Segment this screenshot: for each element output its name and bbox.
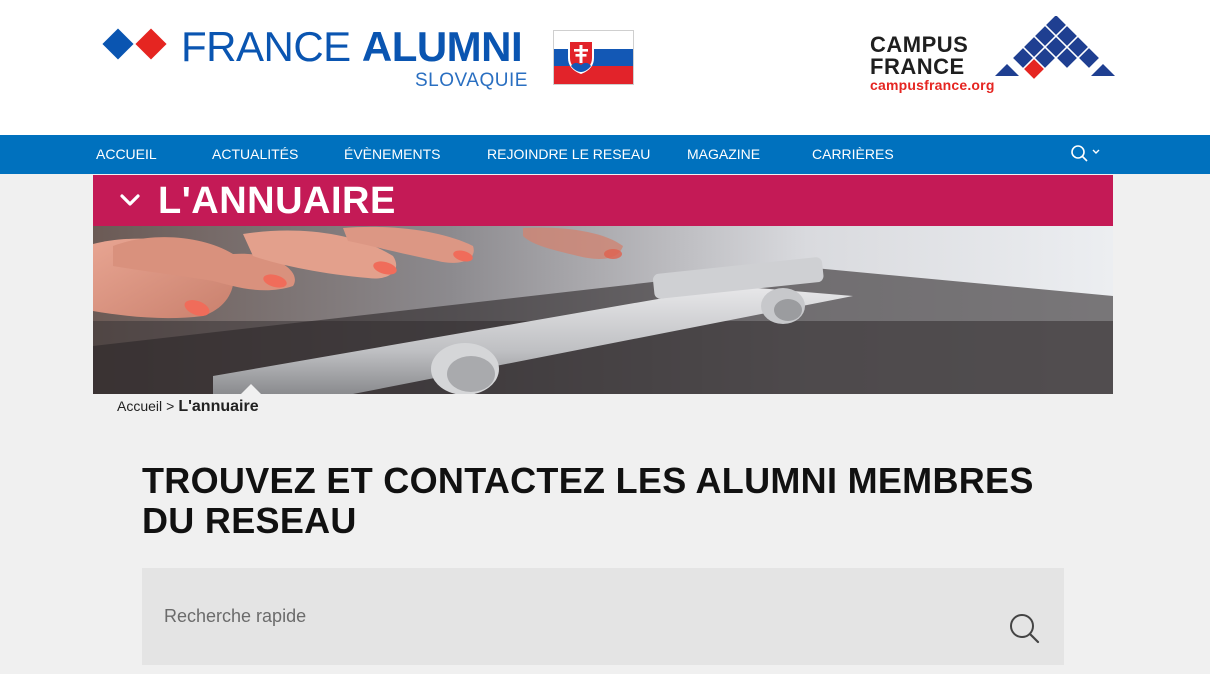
breadcrumb-current: L'annuaire — [178, 398, 259, 415]
breadcrumb-separator: > — [166, 398, 175, 414]
diamonds-logo-icon — [102, 26, 171, 62]
campus-france-logo[interactable]: CAMPUS FRANCE campusfrance.org — [868, 16, 1116, 96]
main-nav: ACCUEIL ACTUALITÉS ÉVÈNEMENTS REJOINDRE … — [0, 135, 1210, 174]
nav-item-accueil[interactable]: ACCUEIL — [96, 135, 157, 174]
quick-search-panel — [142, 568, 1064, 665]
campus-france-wordmark: CAMPUS FRANCE — [870, 32, 969, 79]
nav-item-carrieres[interactable]: CARRIÈRES — [812, 135, 894, 174]
quick-search-input[interactable] — [164, 598, 984, 634]
campus-france-url: campusfrance.org — [870, 77, 995, 93]
nav-item-evenements[interactable]: ÉVÈNEMENTS — [344, 135, 440, 174]
breadcrumb-home-link[interactable]: Accueil — [117, 398, 162, 414]
nav-item-actualites[interactable]: ACTUALITÉS — [212, 135, 298, 174]
nav-item-rejoindre[interactable]: REJOINDRE LE RESEAU — [487, 135, 650, 174]
campus-pyramid-icon — [995, 16, 1115, 79]
search-icon — [1071, 145, 1100, 162]
site-header: FRANCE ALUMNI SLOVAQUIE CAMPUS FRANCE ca… — [0, 0, 1210, 135]
section-title: L'ANNUAIRE — [158, 180, 396, 222]
page-title: TROUVEZ ET CONTACTEZ LES ALUMNI MEMBRES … — [142, 460, 1034, 541]
search-icon — [1010, 614, 1040, 644]
search-submit-button[interactable] — [1008, 612, 1042, 646]
hero-banner-image — [93, 226, 1113, 394]
logo-brand-text: FRANCE ALUMNI — [181, 23, 523, 70]
nav-search-toggle[interactable] — [1068, 143, 1108, 167]
chevron-down-icon — [120, 194, 140, 206]
section-header[interactable]: L'ANNUAIRE — [93, 175, 1113, 226]
france-alumni-logo[interactable]: FRANCE ALUMNI SLOVAQUIE — [102, 23, 528, 91]
logo-country: SLOVAQUIE — [415, 70, 528, 91]
slovakia-flag-icon — [553, 30, 634, 85]
breadcrumb: Accueil > L'annuaire — [117, 396, 259, 417]
nav-item-magazine[interactable]: MAGAZINE — [687, 135, 760, 174]
